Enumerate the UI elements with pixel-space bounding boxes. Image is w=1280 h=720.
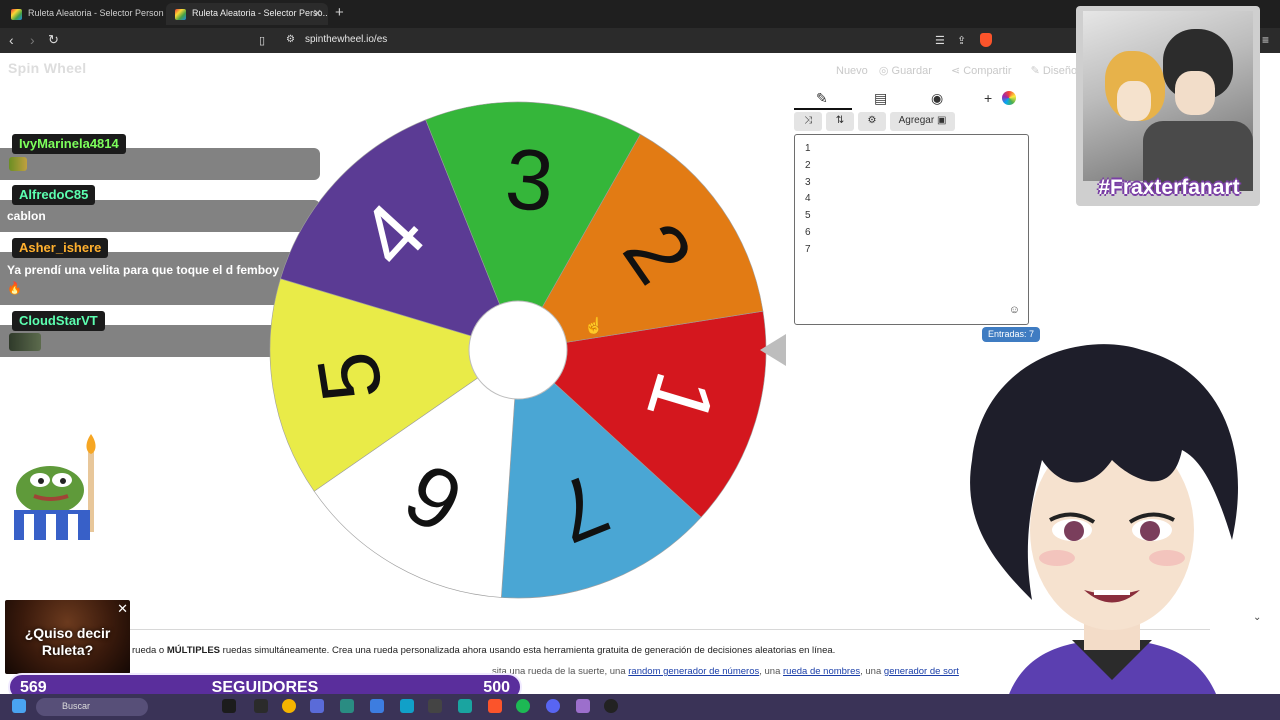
entry-line: 2 [805, 159, 811, 171]
app-icon[interactable] [340, 699, 354, 713]
desc-text: rueda o [132, 645, 167, 656]
close-tab-icon[interactable]: ✕ [313, 7, 322, 20]
add-tab-icon[interactable]: + [984, 90, 992, 106]
number-generator-link[interactable]: random generador de números [628, 666, 759, 677]
bookmark-icon[interactable]: ▯ [259, 34, 265, 47]
app-icon[interactable] [458, 699, 472, 713]
search-placeholder: Buscar [62, 701, 91, 711]
save-link[interactable]: ◎ Guardar [879, 65, 940, 77]
forward-icon[interactable]: › [30, 32, 35, 48]
color-picker-icon[interactable] [1002, 91, 1016, 105]
header-menu: Nuevo ◎ Guardar ⋖ Compartir ✎ Diseño [836, 64, 1093, 77]
wheel-segment-label: 3 [502, 131, 556, 230]
panel-tabs: ✎ ▤ ◉ + [794, 86, 1028, 110]
pepe-emote-icon [14, 434, 96, 540]
chrome-icon[interactable] [282, 699, 296, 713]
taskbar-search[interactable]: Buscar [36, 698, 148, 716]
chat-username: AlfredoC85 [12, 185, 96, 205]
desc-text: ruedas simultáneamente. Crea una rueda p… [220, 645, 836, 656]
sort-button[interactable]: ⇅ [826, 112, 854, 131]
page-description: rueda o MÚLTIPLES ruedas simultáneamente… [132, 645, 835, 656]
app-icon[interactable] [222, 699, 236, 713]
image-icon: ▣ [936, 115, 947, 126]
settings-button[interactable]: ⚙ [858, 112, 886, 131]
browser-menu-icon[interactable]: ≡ [1262, 33, 1269, 47]
back-icon[interactable]: ‹ [9, 32, 14, 48]
save-label: Guardar [891, 65, 932, 77]
new-link[interactable]: Nuevo [836, 65, 868, 77]
obs-icon[interactable] [604, 699, 618, 713]
fire-emoji-icon: 🔥 [7, 281, 22, 295]
wheel-pointer-icon [760, 334, 786, 366]
edit-tab-icon[interactable]: ✎ [816, 90, 828, 107]
app-icon[interactable] [428, 699, 442, 713]
app-icon[interactable] [254, 699, 268, 713]
chat-emote-icon [9, 333, 41, 351]
chat-username: CloudStarVT [12, 311, 105, 331]
site-favicon-icon [11, 9, 22, 20]
chat-text: Ya prendí una velita para que toque el d… [7, 263, 280, 277]
brave-icon[interactable] [488, 699, 502, 713]
share-label: Compartir [963, 65, 1012, 77]
entries-textarea[interactable]: 1 2 3 4 5 6 7 ☺ [794, 134, 1029, 325]
desc-text: , una [860, 666, 884, 677]
app-icon[interactable] [400, 699, 414, 713]
vtuber-avatar [970, 344, 1238, 720]
address-bar[interactable]: spinthewheel.io/es [305, 34, 387, 45]
browser-tab-active[interactable]: Ruleta Aleatoria - Selector Perso... ✕ [166, 3, 328, 25]
spin-wheel[interactable]: 1765432 [268, 100, 768, 600]
close-icon[interactable]: ✕ [117, 601, 128, 617]
entry-line: 1 [805, 143, 811, 154]
app-icon[interactable] [576, 699, 590, 713]
design-label: Diseño [1042, 65, 1078, 77]
chat-emote-icon [9, 157, 27, 171]
windows-start-icon[interactable] [12, 699, 26, 713]
reload-icon[interactable]: ↻ [48, 32, 59, 48]
hidden-tab-icon[interactable]: ◉ [931, 90, 943, 107]
entry-line: 5 [805, 210, 811, 222]
app-icon[interactable] [310, 699, 324, 713]
desc-bold: MÚLTIPLES [166, 645, 221, 656]
site-logo[interactable]: Spin Wheel [8, 60, 86, 76]
fanart-image [1083, 11, 1253, 191]
add-image-label: Agregar [898, 115, 935, 126]
entry-line: 4 [805, 193, 811, 205]
entry-line: 3 [805, 176, 811, 188]
chat-username: Asher_ishere [12, 238, 109, 258]
entry-line: 7 [805, 243, 811, 255]
reader-icon[interactable]: ☰ [935, 34, 945, 47]
chat-text: cablon [7, 209, 46, 223]
name-wheel-link[interactable]: rueda de nombres [783, 666, 860, 677]
chat-username: IvyMarinela4814 [12, 134, 126, 154]
roulette-ad[interactable]: ¿Quiso decir Ruleta? ✕ [5, 600, 130, 674]
site-favicon-icon [175, 9, 186, 20]
wheel-center-hub[interactable] [468, 300, 568, 400]
tab-title: Ruleta Aleatoria - Selector Personaliz..… [28, 8, 164, 18]
active-tab-indicator [794, 108, 852, 110]
results-tab-icon[interactable]: ▤ [874, 90, 887, 107]
shuffle-button[interactable]: ⤨ [794, 112, 822, 131]
discord-icon[interactable] [546, 699, 560, 713]
entry-line: 6 [805, 226, 811, 238]
emoji-icon[interactable]: ☺ [1009, 304, 1020, 316]
hand-cursor-icon: ☝ [584, 318, 604, 335]
taskbar: Buscar [0, 694, 1280, 720]
new-tab-button[interactable]: + [335, 4, 344, 21]
site-info-icon[interactable]: ⚙ [286, 34, 295, 45]
browser-tab[interactable]: Ruleta Aleatoria - Selector Personaliz..… [2, 3, 164, 25]
share-icon[interactable]: ⇪ [957, 34, 966, 47]
brave-shield-icon[interactable] [980, 33, 992, 47]
share-link[interactable]: ⋖ Compartir [951, 65, 1020, 77]
fanart-overlay: #Fraxterfanart [1076, 6, 1260, 206]
spotify-icon[interactable] [516, 699, 530, 713]
fanart-hashtag: #Fraxterfanart [1098, 176, 1240, 199]
draw-generator-link[interactable]: generador de sort [884, 666, 959, 677]
ad-text: ¿Quiso decir Ruleta? [24, 625, 111, 658]
add-image-button[interactable]: Agregar ▣ [890, 112, 955, 131]
desc-text: , una [759, 666, 784, 677]
app-icon[interactable] [370, 699, 384, 713]
tab-title: Ruleta Aleatoria - Selector Perso... [192, 8, 328, 18]
